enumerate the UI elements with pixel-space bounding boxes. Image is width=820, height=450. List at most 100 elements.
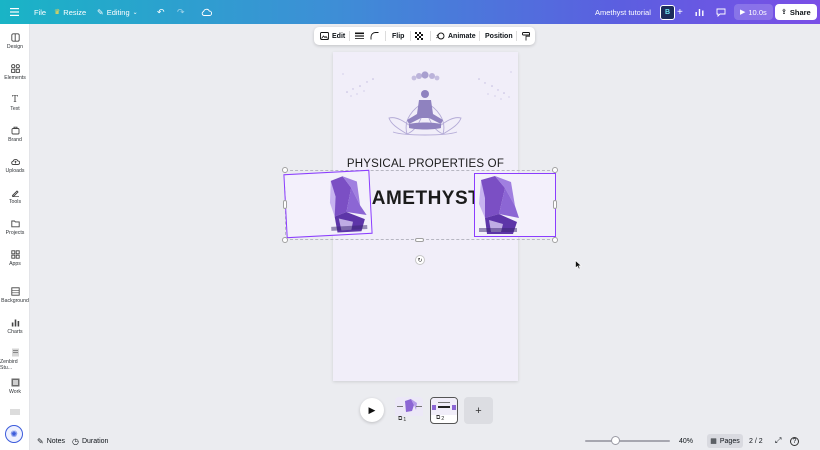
corner-rounding-button[interactable] (370, 27, 379, 45)
present-button[interactable]: ▶ 10.0s (734, 0, 773, 24)
zoom-label: 40% (679, 437, 694, 445)
insights-button[interactable] (695, 0, 704, 24)
sidebar-label-tools: Tools (8, 199, 22, 205)
sidebar-item-zenbird[interactable]: Zenbird Stu... (0, 348, 30, 371)
meditating-figure-icon (407, 90, 443, 130)
comments-button[interactable] (716, 0, 726, 24)
duration-label: Duration (81, 437, 109, 445)
sidebar-label-elements: Elements (4, 75, 26, 81)
play-preview-button[interactable]: ▶ (360, 398, 384, 422)
fullscreen-toggle[interactable]: ⤢ (775, 432, 781, 450)
comment-icon (716, 8, 726, 17)
transparency-button[interactable] (415, 27, 423, 45)
zenbird-icon (11, 348, 19, 357)
sidebar-item-apps[interactable]: Apps (0, 250, 30, 267)
position-button[interactable]: Position (485, 27, 513, 45)
file-label: File (34, 7, 47, 17)
thumbnail-preview (395, 397, 423, 416)
footer-bar: ✎ Notes ◷ Duration 40% 2 / 2 ⤢ ? (30, 432, 820, 450)
cloud-save-button[interactable] (201, 0, 212, 24)
sidebar-item-work[interactable]: Work (0, 378, 30, 395)
file-menu[interactable]: File (34, 0, 46, 24)
zoom-percentage[interactable]: 40% (679, 432, 693, 450)
sidebar-more-placeholder (10, 409, 20, 415)
redo-button[interactable]: ↷ (177, 0, 185, 24)
edit-label: Edit (332, 32, 346, 40)
sidebar-item-tools[interactable]: Tools (0, 188, 30, 205)
design-title-text: Amethyst tutorial (595, 7, 651, 17)
avatar[interactable]: B (660, 0, 675, 24)
design-icon (10, 33, 20, 42)
sidebar-item-background[interactable]: Background (0, 287, 30, 304)
plus-icon: + (677, 6, 683, 18)
chevron-down-icon: ⌄ (132, 9, 138, 16)
notes-icon: ✎ (37, 436, 44, 446)
magic-assistant-button[interactable]: ✺ (5, 425, 23, 443)
sidebar-label-zenbird: Zenbird Stu... (0, 359, 18, 371)
zoom-slider-track[interactable] (585, 440, 670, 442)
resize-handle-top-left[interactable] (282, 167, 288, 173)
rotate-handle[interactable]: ↻ (415, 255, 425, 265)
top-bar: File ♛ Resize ✎ Editing ⌄ ↶ ↷ Amethyst t… (0, 0, 820, 24)
menu-icon[interactable] (10, 0, 19, 24)
resize-button[interactable]: ♛ Resize (54, 0, 86, 24)
zoom-slider-handle[interactable] (611, 436, 620, 445)
resize-handle-bottom-right[interactable] (552, 237, 558, 243)
avatar-badge: B (660, 4, 675, 20)
animate-button[interactable]: Animate (436, 27, 476, 45)
sidebar-item-uploads[interactable]: Uploads (0, 157, 30, 174)
edit-image-button[interactable]: Edit (320, 27, 345, 45)
timer-label: 10.0s (748, 7, 767, 17)
add-page-button[interactable]: + (464, 397, 493, 424)
video-icon: ⧉ (436, 415, 441, 421)
resize-handle-top-right[interactable] (552, 167, 558, 173)
toolbar-divider (430, 31, 431, 41)
notes-button[interactable]: ✎ Notes (37, 432, 65, 450)
resize-handle-right[interactable] (553, 200, 557, 209)
sidebar-item-elements[interactable]: Elements (0, 64, 30, 81)
duration-button[interactable]: ◷ Duration (72, 432, 108, 450)
toolbar-divider (516, 31, 517, 41)
subtitle-text[interactable]: PHYSICAL PROPERTIES OF (333, 158, 518, 170)
sidebar-item-projects[interactable]: Projects (0, 219, 30, 236)
help-button[interactable]: ? (790, 432, 799, 450)
undo-button[interactable]: ↶ (157, 0, 165, 24)
resize-handle-bottom[interactable] (415, 238, 424, 242)
animate-icon (436, 32, 445, 40)
sidebar-item-charts[interactable]: Charts (0, 318, 30, 335)
sidebar-item-text[interactable]: T Text (0, 95, 30, 113)
context-toolbar: Edit Flip Animate Position (314, 27, 535, 45)
design-title[interactable]: Amethyst tutorial (595, 0, 651, 24)
add-collaborator-button[interactable]: + (677, 0, 683, 24)
toolbar-divider (385, 31, 386, 41)
border-style-button[interactable] (355, 27, 364, 45)
copy-style-button[interactable] (522, 27, 530, 45)
sidebar-label-projects: Projects (5, 230, 25, 236)
animate-label: Animate (448, 32, 476, 40)
sidebar-label-uploads: Uploads (5, 168, 25, 174)
background-icon (10, 287, 20, 296)
resize-handle-bottom-left[interactable] (282, 237, 288, 243)
expand-icon: ⤢ (775, 436, 782, 445)
editing-mode-dropdown[interactable]: ✎ Editing ⌄ (97, 0, 138, 24)
toolbar-divider (479, 31, 480, 41)
help-icon: ? (790, 436, 799, 446)
work-icon (11, 378, 19, 387)
sidebar-item-brand[interactable]: Brand (0, 126, 30, 143)
page-1-number: 1 (403, 416, 407, 423)
sidebar-label-charts: Charts (7, 329, 23, 335)
mouse-cursor-icon (575, 260, 582, 270)
pages-view-button[interactable]: ▦ Pages (707, 434, 743, 448)
share-button[interactable]: ⇪ Share (775, 0, 817, 24)
timer-icon: ◷ (72, 436, 79, 446)
resize-handle-left[interactable] (283, 200, 287, 209)
flip-button[interactable]: Flip (392, 27, 404, 45)
toolbar-divider (410, 31, 411, 41)
page-count-label: 2 / 2 (749, 437, 763, 445)
crown-icon: ♛ (54, 9, 61, 16)
sidebar-item-design[interactable]: Design (0, 33, 30, 50)
play-icon: ▶ (368, 404, 376, 415)
right-image-frame (474, 173, 556, 237)
sidebar-label-text: Text (10, 106, 20, 112)
uploads-icon (10, 159, 20, 165)
